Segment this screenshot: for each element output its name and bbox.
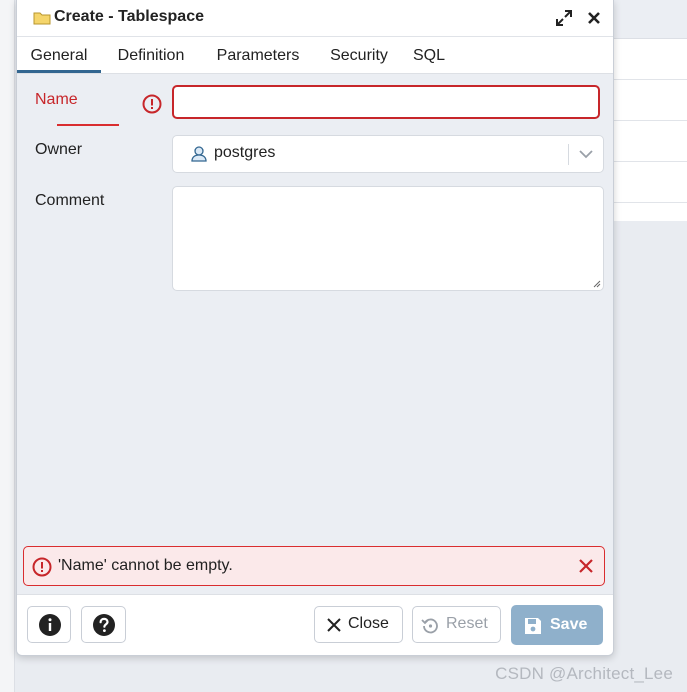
folder-icon (33, 12, 51, 25)
save-icon (525, 618, 541, 634)
dialog-titlebar: Create - Tablespace (17, 0, 613, 37)
help-button[interactable] (81, 606, 126, 643)
error-icon (142, 94, 162, 114)
owner-select[interactable]: postgres (172, 135, 604, 173)
tab-parameters[interactable]: Parameters (203, 37, 313, 73)
comment-label: Comment (35, 192, 105, 209)
chevron-down-icon[interactable] (577, 147, 595, 161)
close-icon (327, 618, 341, 632)
comment-textarea[interactable] (172, 186, 604, 291)
info-button[interactable] (27, 606, 71, 643)
resize-grip-icon[interactable] (592, 279, 601, 288)
close-icon[interactable] (585, 9, 603, 27)
help-icon (93, 614, 115, 636)
save-button-label: Save (550, 616, 588, 633)
select-separator (568, 144, 569, 165)
close-button[interactable]: Close (314, 606, 403, 643)
dialog-title: Create - Tablespace (54, 8, 204, 25)
user-icon (191, 146, 207, 162)
name-label: Name (35, 91, 78, 108)
create-tablespace-dialog: Create - Tablespace General Definition P… (16, 0, 614, 656)
dialog-tabs: General Definition Parameters Security S… (17, 37, 613, 74)
reset-icon (421, 618, 438, 634)
dialog-footer: Close Reset Save (17, 594, 613, 655)
save-button[interactable]: Save (511, 605, 603, 645)
close-icon[interactable] (578, 558, 594, 574)
error-icon (32, 557, 52, 577)
tab-security[interactable]: Security (322, 37, 396, 73)
app-topbar (612, 0, 687, 38)
reset-button[interactable]: Reset (412, 606, 501, 643)
close-button-label: Close (348, 615, 389, 632)
tab-definition[interactable]: Definition (105, 37, 197, 73)
owner-label: Owner (35, 141, 83, 158)
name-input[interactable] (172, 85, 600, 119)
error-banner: 'Name' cannot be empty. (23, 546, 605, 586)
expand-icon[interactable] (555, 9, 573, 27)
info-icon (39, 614, 61, 636)
owner-value: postgres (214, 144, 276, 161)
app-background-rows (612, 38, 687, 221)
tab-general[interactable]: General (17, 37, 101, 73)
error-message: 'Name' cannot be empty. (58, 557, 233, 574)
name-label-underline (57, 124, 119, 126)
reset-button-label: Reset (446, 615, 488, 632)
app-left-panel (0, 0, 15, 692)
watermark: CSDN @Architect_Lee (495, 664, 673, 683)
tab-sql[interactable]: SQL (405, 37, 453, 73)
